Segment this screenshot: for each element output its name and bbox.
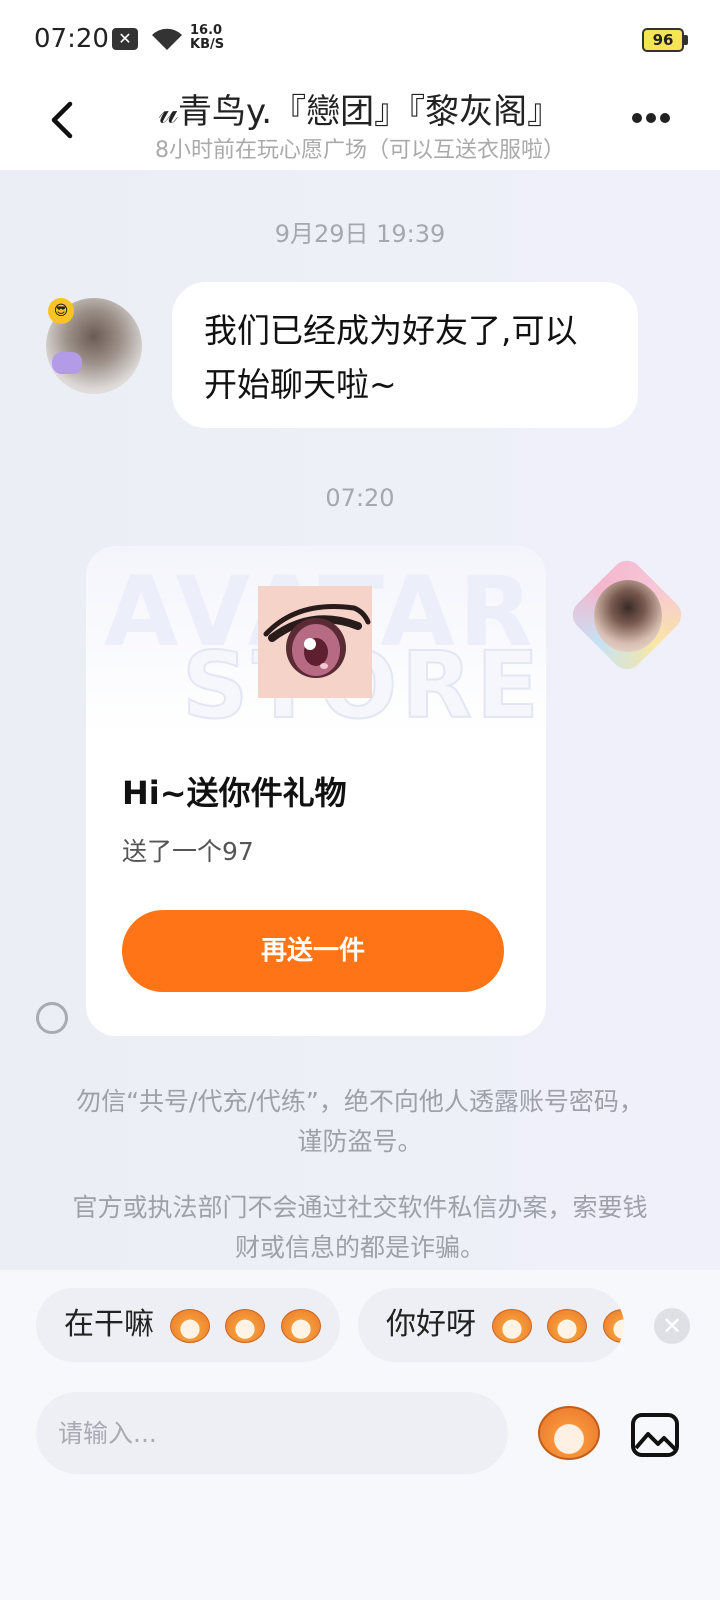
- gift-banner: AVATAR STORE: [86, 546, 546, 740]
- gift-description: 送了一个97: [122, 837, 254, 866]
- network-speed-unit: KB/S: [190, 37, 225, 52]
- gift-eye-image: [258, 586, 372, 698]
- sunglasses-badge-icon: 😎: [48, 298, 74, 324]
- chat-title: 𝓊青鸟y.『戀团』『黎灰阁』: [158, 92, 562, 132]
- network-speed: 16.0 KB/S: [190, 24, 224, 52]
- smile-emoji-icon: [491, 1308, 532, 1343]
- grin-emoji-icon: [280, 1308, 321, 1343]
- quick-reply-text: 在干嘛: [64, 1307, 154, 1342]
- more-options-button[interactable]: [632, 108, 680, 132]
- close-quick-replies-icon[interactable]: ✕: [654, 1308, 690, 1344]
- back-arrow-icon[interactable]: [40, 94, 90, 144]
- message-timestamp: 9月29日 19:39: [274, 220, 446, 248]
- notification-icon: ✕: [112, 28, 138, 50]
- image-picker-icon[interactable]: [630, 1412, 680, 1458]
- sticker-emoji-icon[interactable]: [538, 1406, 600, 1460]
- gift-card[interactable]: AVATAR STORE Hi~送你件礼物 送了一个97 再送一件: [86, 546, 546, 1036]
- chat-message-list[interactable]: 9月29日 19:39 😎 我们已经成为好友了,可以开始聊天啦~ 07:20 A…: [0, 170, 720, 1270]
- message-timestamp: 07:20: [325, 484, 395, 512]
- more-dot-icon: [660, 113, 670, 123]
- battery-indicator: 96: [642, 28, 684, 52]
- status-time: 07:20: [34, 24, 109, 54]
- quick-reply-text: 你好呀: [386, 1307, 476, 1342]
- grin-emoji-icon: [225, 1308, 266, 1343]
- quick-reply-chip[interactable]: 你好呀: [358, 1288, 624, 1362]
- my-avatar[interactable]: [566, 554, 688, 676]
- gamepad-badge-icon: [52, 352, 82, 374]
- more-dot-icon: [646, 113, 656, 123]
- grin-emoji-icon: [169, 1308, 210, 1343]
- message-bubble-friend[interactable]: 我们已经成为好友了,可以开始聊天啦~: [172, 282, 638, 428]
- smile-emoji-icon: [602, 1308, 624, 1343]
- avatar-photo: [594, 580, 662, 652]
- battery-tip: [684, 35, 688, 45]
- message-select-checkbox[interactable]: [36, 1002, 68, 1034]
- send-another-gift-button[interactable]: 再送一件: [122, 910, 504, 992]
- quick-reply-chip[interactable]: 在干嘛: [36, 1288, 340, 1362]
- message-input[interactable]: [36, 1392, 508, 1474]
- safety-notice: 勿信“共号/代充/代练”，绝不向他人透露账号密码，谨防盗号。: [76, 1087, 644, 1156]
- wifi-icon: [152, 28, 182, 50]
- smile-emoji-icon: [547, 1308, 588, 1343]
- chat-header: 𝓊青鸟y.『戀团』『黎灰阁』 8小时前在玩心愿广场（可以互送衣服啦）: [0, 80, 720, 170]
- quick-reply-bar: 在干嘛 你好呀 ✕: [0, 1270, 720, 1370]
- more-dot-icon: [632, 113, 642, 123]
- gift-title: Hi~送你件礼物: [122, 774, 347, 812]
- message-input-bar: [0, 1370, 720, 1600]
- safety-notice: 官方或执法部门不会通过社交软件私信办案，索要钱财或信息的都是诈骗。: [72, 1193, 648, 1262]
- network-speed-value: 16.0: [190, 23, 223, 38]
- chat-subtitle: 8小时前在玩心愿广场（可以互送衣服啦）: [155, 138, 565, 163]
- status-bar: 07:20 ✕ 16.0 KB/S 96: [0, 0, 720, 80]
